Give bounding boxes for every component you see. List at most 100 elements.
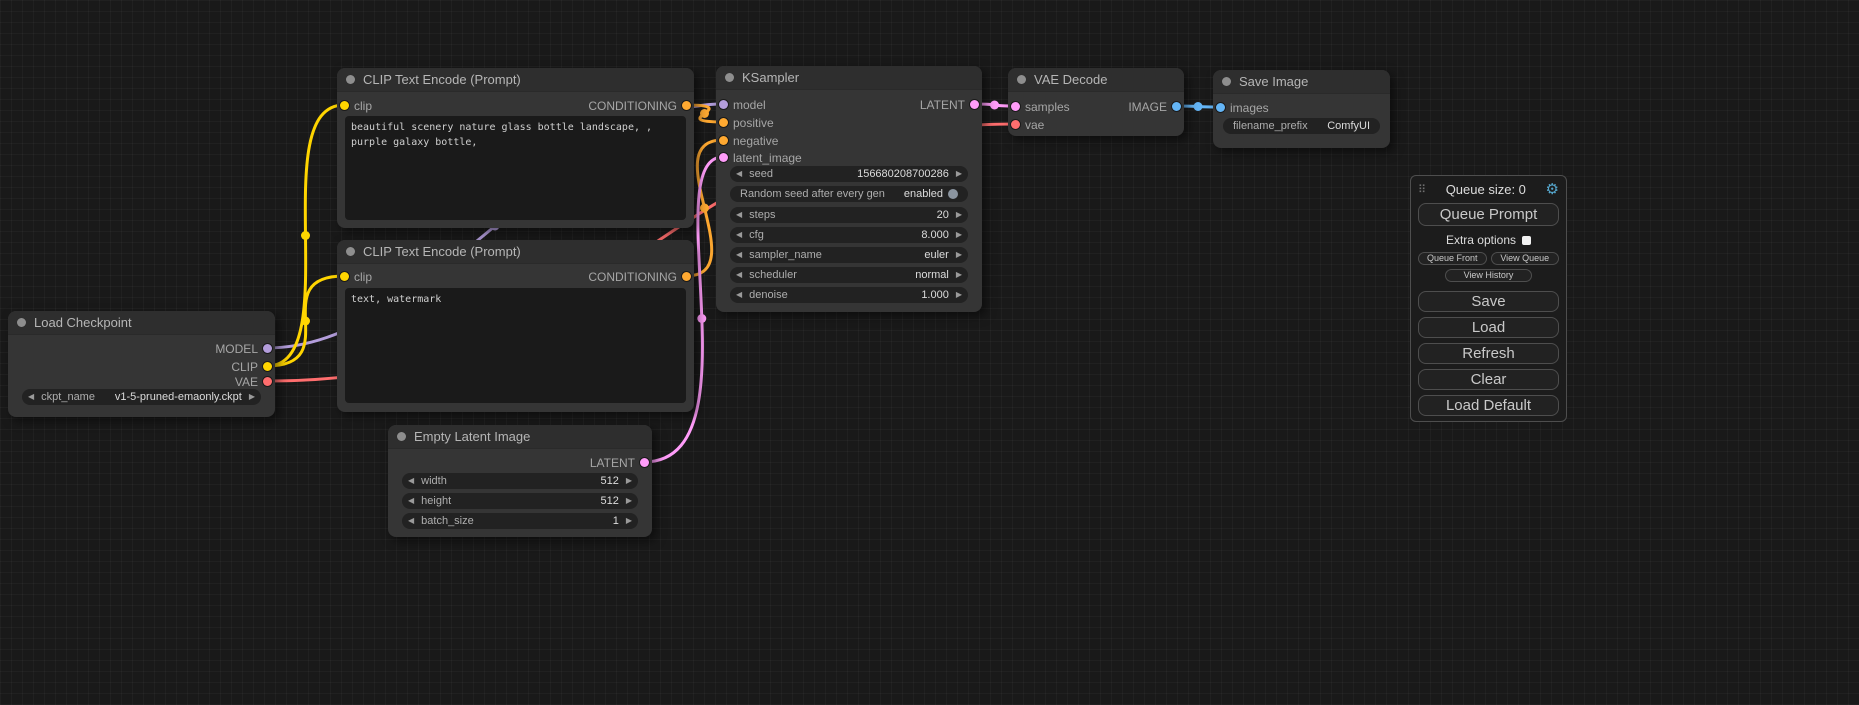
increment-icon[interactable]: ▶ <box>956 271 962 279</box>
samples-input-dot[interactable] <box>1011 102 1020 111</box>
decrement-icon[interactable]: ◀ <box>736 271 742 279</box>
widget-scheduler[interactable]: ◀ scheduler normal ▶ <box>730 267 968 283</box>
slot-label: samples <box>1025 100 1070 114</box>
collapse-toggle-icon[interactable] <box>397 432 406 441</box>
clip-input-dot[interactable] <box>340 101 349 110</box>
increment-icon[interactable]: ▶ <box>956 211 962 219</box>
toggle-knob-icon[interactable] <box>948 189 958 199</box>
increment-icon[interactable]: ▶ <box>626 477 632 485</box>
widget-value: enabled <box>904 188 943 200</box>
widget-height[interactable]: ◀ height 512 ▶ <box>402 493 638 509</box>
collapse-toggle-icon[interactable] <box>346 75 355 84</box>
clip-input-dot[interactable] <box>340 272 349 281</box>
increment-icon[interactable]: ▶ <box>626 497 632 505</box>
output-slot-latent: LATENT <box>590 455 649 470</box>
decrement-icon[interactable]: ◀ <box>736 291 742 299</box>
prompt-text-input[interactable]: text, watermark <box>345 288 686 403</box>
decrement-icon[interactable]: ◀ <box>736 170 742 178</box>
widget-name: cfg <box>749 229 764 241</box>
link-midpoint-dot <box>990 101 999 110</box>
widget-cfg[interactable]: ◀ cfg 8.000 ▶ <box>730 227 968 243</box>
queue-menu-panel[interactable]: ⠿ Queue size: 0 ⚙ Queue Prompt Extra opt… <box>1410 175 1567 422</box>
node-title-bar[interactable]: Save Image <box>1213 70 1390 94</box>
node-empty-latent-image[interactable]: Empty Latent Image LATENT ◀ width 512 ▶ … <box>388 425 652 537</box>
latent-output-dot[interactable] <box>640 458 649 467</box>
slot-label: CONDITIONING <box>588 270 677 284</box>
latent-image-input-dot[interactable] <box>719 153 728 162</box>
model-input-dot[interactable] <box>719 100 728 109</box>
latent-output-dot[interactable] <box>970 100 979 109</box>
conditioning-output-dot[interactable] <box>682 101 691 110</box>
slot-label: MODEL <box>215 342 258 356</box>
clip-output-dot[interactable] <box>263 362 272 371</box>
refresh-button[interactable]: Refresh <box>1418 343 1559 364</box>
node-title-bar[interactable]: Empty Latent Image <box>388 425 652 449</box>
view-queue-button[interactable]: View Queue <box>1491 252 1560 265</box>
node-clip-text-encode-positive[interactable]: CLIP Text Encode (Prompt) clip CONDITION… <box>337 68 694 228</box>
load-button[interactable]: Load <box>1418 317 1559 338</box>
node-title-bar[interactable]: CLIP Text Encode (Prompt) <box>337 68 694 92</box>
increment-icon[interactable]: ▶ <box>249 393 255 401</box>
widget-filename-prefix[interactable]: filename_prefix ComfyUI <box>1223 118 1380 134</box>
node-title-bar[interactable]: VAE Decode <box>1008 68 1184 92</box>
extra-options-row: Extra options <box>1418 233 1559 247</box>
decrement-icon[interactable]: ◀ <box>736 231 742 239</box>
decrement-icon[interactable]: ◀ <box>408 497 414 505</box>
drag-handle-icon[interactable]: ⠿ <box>1418 183 1426 196</box>
increment-icon[interactable]: ▶ <box>956 231 962 239</box>
node-title: Load Checkpoint <box>34 315 132 330</box>
widget-ckpt-name[interactable]: ◀ ckpt_name v1-5-pruned-emaonly.ckpt ▶ <box>22 389 261 405</box>
decrement-icon[interactable]: ◀ <box>28 393 34 401</box>
positive-input-dot[interactable] <box>719 118 728 127</box>
widget-steps[interactable]: ◀ steps 20 ▶ <box>730 207 968 223</box>
model-output-dot[interactable] <box>263 344 272 353</box>
vae-output-dot[interactable] <box>263 377 272 386</box>
negative-input-dot[interactable] <box>719 136 728 145</box>
collapse-toggle-icon[interactable] <box>1222 77 1231 86</box>
collapse-toggle-icon[interactable] <box>17 318 26 327</box>
decrement-icon[interactable]: ◀ <box>408 477 414 485</box>
save-button[interactable]: Save <box>1418 291 1559 312</box>
view-history-button[interactable]: View History <box>1445 269 1532 282</box>
node-graph-canvas[interactable]: Load Checkpoint MODEL CLIP VAE ◀ ckpt_na… <box>0 0 1859 705</box>
prompt-text-input[interactable]: beautiful scenery nature glass bottle la… <box>345 116 686 220</box>
widget-denoise[interactable]: ◀ denoise 1.000 ▶ <box>730 287 968 303</box>
load-default-button[interactable]: Load Default <box>1418 395 1559 416</box>
queue-prompt-button[interactable]: Queue Prompt <box>1418 203 1559 226</box>
output-slot-conditioning: CONDITIONING <box>588 269 691 284</box>
increment-icon[interactable]: ▶ <box>956 251 962 259</box>
widget-sampler-name[interactable]: ◀ sampler_name euler ▶ <box>730 247 968 263</box>
clear-button[interactable]: Clear <box>1418 369 1559 390</box>
extra-options-checkbox[interactable] <box>1522 236 1531 245</box>
widget-batch-size[interactable]: ◀ batch_size 1 ▶ <box>402 513 638 529</box>
node-vae-decode[interactable]: VAE Decode samples vae IMAGE <box>1008 68 1184 136</box>
node-title-bar[interactable]: KSampler <box>716 66 982 90</box>
input-slot-negative: negative <box>719 133 778 148</box>
image-output-dot[interactable] <box>1172 102 1181 111</box>
increment-icon[interactable]: ▶ <box>626 517 632 525</box>
node-ksampler[interactable]: KSampler model positive negative latent_… <box>716 66 982 312</box>
queue-front-button[interactable]: Queue Front <box>1418 252 1487 265</box>
widget-name: batch_size <box>421 515 474 527</box>
collapse-toggle-icon[interactable] <box>1017 75 1026 84</box>
images-input-dot[interactable] <box>1216 103 1225 112</box>
node-save-image[interactable]: Save Image images filename_prefix ComfyU… <box>1213 70 1390 148</box>
decrement-icon[interactable]: ◀ <box>736 211 742 219</box>
decrement-icon[interactable]: ◀ <box>408 517 414 525</box>
widget-value: 156680208700286 <box>857 168 949 180</box>
settings-gear-icon[interactable]: ⚙ <box>1546 180 1559 198</box>
node-clip-text-encode-negative[interactable]: CLIP Text Encode (Prompt) clip CONDITION… <box>337 240 694 412</box>
node-title-bar[interactable]: CLIP Text Encode (Prompt) <box>337 240 694 264</box>
widget-width[interactable]: ◀ width 512 ▶ <box>402 473 638 489</box>
conditioning-output-dot[interactable] <box>682 272 691 281</box>
widget-seed[interactable]: ◀ seed 156680208700286 ▶ <box>730 166 968 182</box>
widget-random-seed-toggle[interactable]: Random seed after every gen enabled <box>730 186 968 202</box>
node-load-checkpoint[interactable]: Load Checkpoint MODEL CLIP VAE ◀ ckpt_na… <box>8 311 275 417</box>
increment-icon[interactable]: ▶ <box>956 291 962 299</box>
collapse-toggle-icon[interactable] <box>725 73 734 82</box>
collapse-toggle-icon[interactable] <box>346 247 355 256</box>
increment-icon[interactable]: ▶ <box>956 170 962 178</box>
decrement-icon[interactable]: ◀ <box>736 251 742 259</box>
node-title-bar[interactable]: Load Checkpoint <box>8 311 275 335</box>
vae-input-dot[interactable] <box>1011 120 1020 129</box>
